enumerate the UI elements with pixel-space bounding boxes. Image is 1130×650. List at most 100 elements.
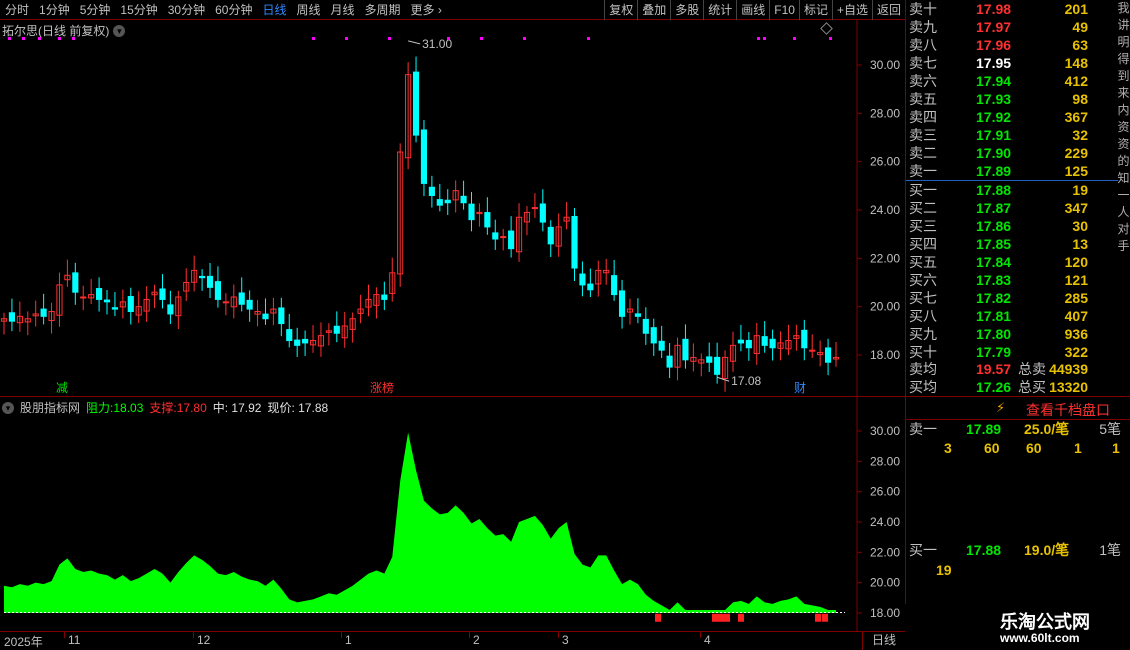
price-tick-label: 20.00 (870, 300, 900, 314)
book-volume: 19 (1072, 182, 1088, 198)
bid-row[interactable]: 买九 17.80 936 (906, 325, 1118, 343)
ask-row[interactable]: 卖三 17.91 32 (906, 126, 1118, 144)
candle-body (214, 281, 222, 300)
book-level-label: 买七 (909, 290, 937, 306)
period-tab[interactable]: 1分钟 (34, 0, 75, 20)
bid-row[interactable]: 买七 17.82 285 (906, 289, 1118, 307)
toolbar-action-button[interactable]: 多股 (670, 0, 703, 20)
indicator-chart[interactable]: 30.00 28.00 26.00 24.00 22.00 20.00 18.00 ▾ 股朋… (0, 396, 905, 632)
event-dot (312, 37, 315, 40)
avg-sell-row: 卖均 19.57 总卖 44939 (906, 360, 1118, 378)
bid-row[interactable]: 买三 17.86 30 (906, 217, 1118, 235)
support-block (738, 613, 744, 622)
view-full-depth-button[interactable]: 查看千档盘口 (1026, 400, 1110, 420)
bid-row[interactable]: 买一 17.88 19 (906, 181, 1118, 199)
period-tab[interactable]: 多周期 (360, 0, 406, 20)
time-label: 2025年 (4, 635, 43, 649)
indicator-tick-label: 20.00 (870, 576, 900, 590)
sell1-per-trade: 25.0/笔 (1024, 421, 1070, 437)
event-dot (757, 37, 760, 40)
toolbar-action-button[interactable]: 标记 (798, 0, 832, 20)
candle-body (294, 339, 301, 346)
buy1-label: 买一 (909, 542, 937, 558)
period-tab[interactable]: 日线 (257, 0, 291, 20)
avg-sell-value: 19.57 (976, 361, 1012, 377)
book-level-label: 卖一 (909, 163, 937, 179)
sell1-lot: 60 (984, 440, 1000, 456)
bid-row[interactable]: 买四 17.85 13 (906, 235, 1118, 253)
toolbar-action-button[interactable]: 叠加 (637, 0, 670, 20)
ask-row[interactable]: 卖八 17.96 63 (906, 36, 1118, 54)
toolbar-action-button[interactable]: 统计 (703, 0, 736, 20)
bid-row[interactable]: 买八 17.81 407 (906, 307, 1118, 325)
book-price: 17.87 (976, 200, 1012, 216)
support-block (718, 613, 724, 622)
book-level-label: 买八 (909, 308, 937, 324)
buy1-price: 17.88 (966, 542, 1002, 558)
candle-body (571, 216, 578, 269)
time-label: 1 (345, 633, 352, 647)
ask-row[interactable]: 卖七 17.95 148 (906, 54, 1118, 72)
sell1-lot: 3 (944, 440, 952, 456)
book-level-label: 卖三 (909, 127, 937, 143)
ask-row[interactable]: 卖六 17.94 412 (906, 72, 1118, 90)
book-volume: 148 (1064, 55, 1088, 71)
avg-buy-value: 17.26 (976, 379, 1012, 395)
toolbar-action-button[interactable]: F10 (769, 0, 799, 20)
bid-row[interactable]: 买六 17.83 121 (906, 271, 1118, 289)
period-tab[interactable]: 更多 › (406, 0, 447, 20)
price-tick-label: 28.00 (870, 106, 900, 120)
toolbar-action-button[interactable]: 复权 (604, 0, 637, 20)
book-price: 17.86 (976, 218, 1012, 234)
current-price: 现价: 17.88 (267, 401, 329, 415)
time-tick (193, 632, 194, 638)
period-tab[interactable]: 5分钟 (75, 0, 116, 20)
event-dot (587, 37, 590, 40)
ask-row[interactable]: 卖四 17.92 367 (906, 108, 1118, 126)
sell1-label: 卖一 (909, 421, 937, 437)
book-volume: 120 (1064, 254, 1088, 270)
sell1-price: 17.89 (966, 421, 1002, 437)
bid-row[interactable]: 买十 17.79 322 (906, 343, 1118, 361)
book-level-label: 卖五 (909, 91, 937, 107)
ask-row[interactable]: 卖十 17.98 201 (906, 0, 1118, 18)
candlestick-chart[interactable]: 30.00 28.00 26.00 24.00 22.00 20.00 18.00 31.00… (0, 20, 905, 396)
ask-row[interactable]: 卖五 17.93 98 (906, 90, 1118, 108)
candle-body (8, 312, 15, 322)
ask-row[interactable]: 卖一 17.89 125 (906, 162, 1118, 180)
indicator-name[interactable]: 股朋指标网 (20, 399, 80, 416)
period-tab[interactable]: 月线 (326, 0, 360, 20)
lightning-icon: ⚡ (996, 400, 1006, 415)
price-tick-label: 22.00 (870, 251, 900, 265)
sell1-lot: 60 (1026, 440, 1042, 456)
bid-row[interactable]: 买二 17.87 347 (906, 199, 1118, 217)
indicator-tick-label: 30.00 (870, 424, 900, 438)
ask-row[interactable]: 卖九 17.97 49 (906, 18, 1118, 36)
period-tab[interactable]: 30分钟 (163, 0, 210, 20)
indicator-canvas[interactable]: 30.00 28.00 26.00 24.00 22.00 20.00 18.00 (0, 397, 905, 632)
candlestick-canvas[interactable]: 30.0028.0026.0024.0022.0020.0018.0031.00… (0, 20, 905, 396)
toolbar-action-button[interactable]: 返回 (871, 0, 905, 20)
period-tab[interactable]: 15分钟 (115, 0, 162, 20)
chevron-down-icon[interactable]: ▾ (2, 401, 14, 414)
resistance-value: 18.03 (113, 400, 144, 415)
ask-row[interactable]: 卖二 17.90 229 (906, 144, 1118, 162)
event-dot (388, 37, 391, 40)
book-volume: 347 (1064, 200, 1088, 216)
candle-body (706, 356, 713, 363)
book-level-label: 买二 (909, 200, 937, 216)
candle-body (246, 299, 253, 310)
period-tab[interactable]: 周线 (291, 0, 325, 20)
candle-body (72, 272, 79, 293)
event-dot (345, 37, 348, 40)
period-tab[interactable]: 分时 (0, 0, 34, 20)
toolbar-action-button[interactable]: 画线 (736, 0, 769, 20)
order-book-panel: 卖十 17.98 201 卖九 17.97 49 卖八 17.96 63 卖七 17.95 148 卖六… (905, 0, 1130, 650)
period-tab[interactable]: 60分钟 (210, 0, 257, 20)
toolbar-action-button[interactable]: +自选 (831, 0, 872, 20)
chevron-down-icon[interactable]: ▾ (113, 24, 126, 37)
candle-body (547, 226, 554, 245)
candle-body (159, 288, 166, 300)
candle-body (420, 129, 428, 184)
bid-row[interactable]: 买五 17.84 120 (906, 253, 1118, 271)
